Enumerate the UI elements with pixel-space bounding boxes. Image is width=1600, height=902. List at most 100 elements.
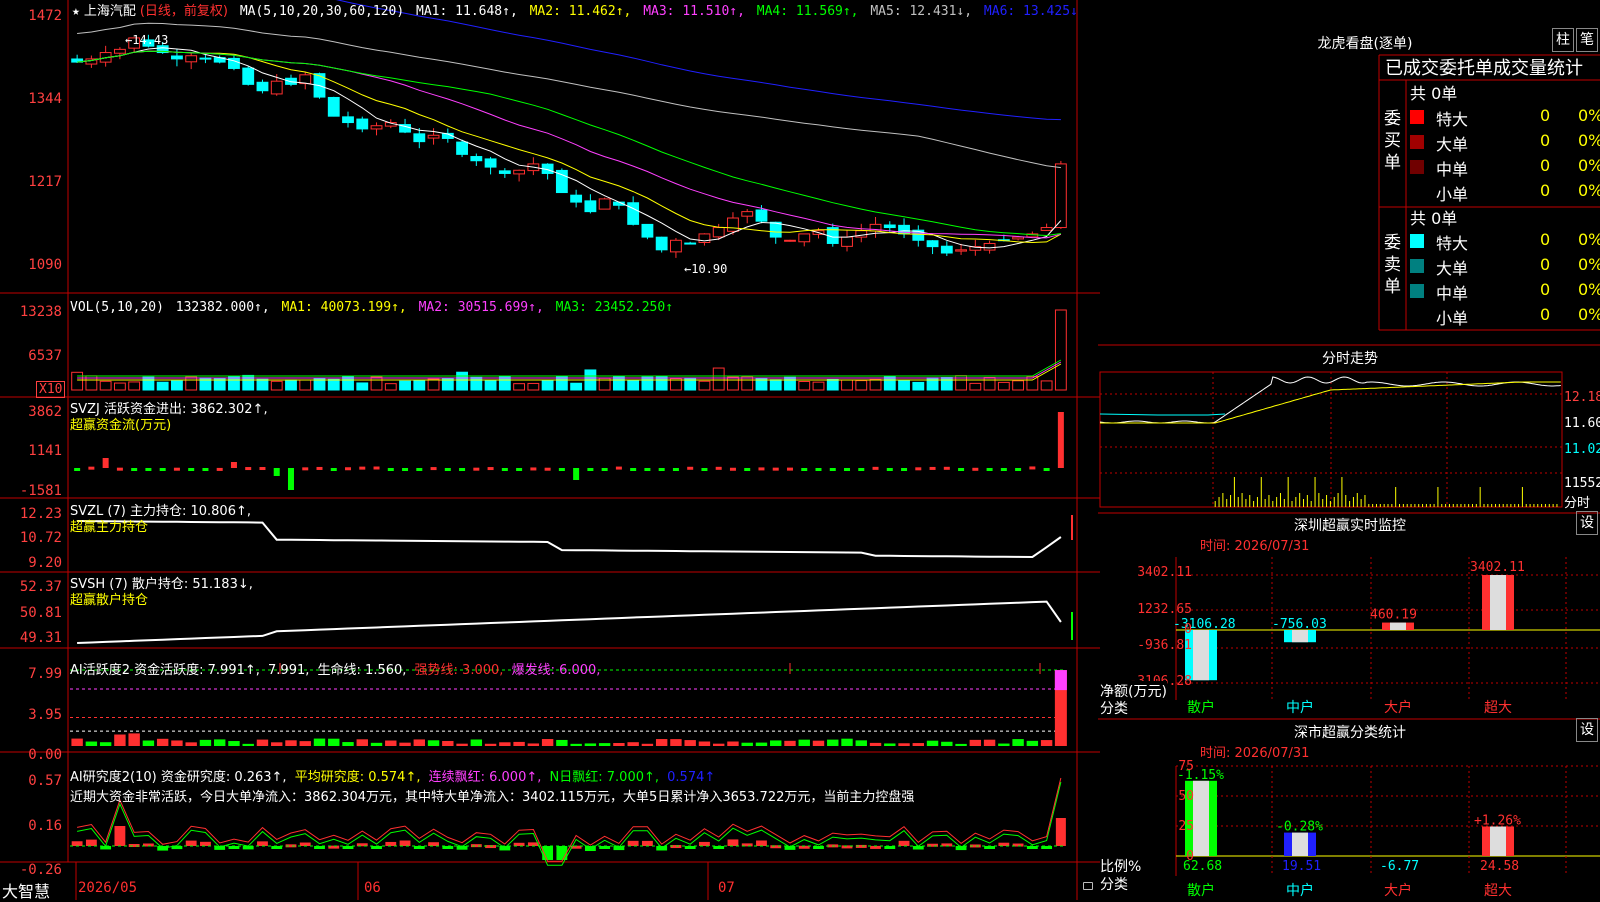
fund-flow-bar <box>345 467 352 471</box>
fund-flow-bar <box>145 468 152 471</box>
fund-flow-bar <box>116 467 123 471</box>
volume-bar <box>156 381 169 391</box>
intraday-y-tick: 11.60 <box>1564 416 1600 431</box>
research-bar <box>699 841 710 846</box>
volume-bar <box>113 382 126 391</box>
research-bar <box>114 826 126 846</box>
ai-research-y-tick: 0.16 <box>28 818 62 834</box>
intraday-title: 分时走势 <box>1322 351 1378 367</box>
intraday-y-tick: 12.18 <box>1564 390 1600 405</box>
classify-settings-button[interactable]: 设 <box>1576 718 1598 742</box>
activity-bar <box>213 739 226 746</box>
volume-bar <box>712 367 725 391</box>
buy-swatch <box>1410 160 1424 174</box>
classify-change-label: -0.28% <box>1276 820 1323 835</box>
ma6-legend: MA6: 13.425↓ <box>983 4 1078 19</box>
monitor-bar-highlight <box>1193 630 1209 681</box>
candle <box>1054 163 1067 229</box>
candle <box>769 221 782 238</box>
classify-category-label: 大户 <box>1384 882 1412 899</box>
fund-flow-bar <box>829 468 836 471</box>
fund-flow-bar <box>972 467 979 471</box>
svzl-legend-line1: SVZL (7) 主力持仓: 10.806↑, <box>70 504 251 519</box>
activity-bar <box>812 740 825 746</box>
monitor-x-unit: 分类 <box>1100 701 1128 717</box>
research-bar <box>898 840 910 846</box>
research-bar <box>85 839 97 846</box>
bar-mode-button[interactable]: 柱 <box>1552 28 1574 52</box>
intraday-avg-line <box>1100 381 1561 424</box>
volume-bar <box>142 376 155 391</box>
lhb-title: 龙虎看盘(逐单) <box>1317 36 1413 52</box>
volume-bar <box>912 381 925 391</box>
volume-bar <box>185 376 198 391</box>
candle <box>484 158 497 168</box>
fund-flow-bar <box>801 468 808 471</box>
ai-active-y-tick: 0.00 <box>28 747 62 763</box>
classify-bar-highlight <box>1193 780 1209 856</box>
fund-flow-bar <box>259 467 266 471</box>
activity-bar <box>556 739 568 746</box>
intraday-y-tick: 115521 <box>1564 476 1600 491</box>
classify-y-tick: 50 <box>1178 789 1194 804</box>
lock-icon[interactable] <box>1083 882 1093 890</box>
volume-bar <box>784 376 796 391</box>
volume-bar <box>570 382 583 391</box>
fund-flow-bar <box>872 466 879 470</box>
activity-bar <box>1040 740 1053 746</box>
buy-side-label: 委买单 <box>1384 109 1401 173</box>
star-icon[interactable]: ★ <box>72 4 80 19</box>
fund-flow-bar <box>658 468 665 471</box>
candle <box>513 169 526 175</box>
volume-bar <box>427 378 440 391</box>
volume-bar <box>641 376 654 391</box>
activity-bar <box>299 741 311 746</box>
vol-legend-ma3: MA3: 23452.250↑ <box>555 300 674 315</box>
sell-total: 共 0单 <box>1410 209 1458 228</box>
fund-flow-bar <box>929 466 936 470</box>
volume-bar <box>1026 376 1039 391</box>
activity-bar <box>484 743 497 746</box>
svzj-legend-line1: SVZJ 活跃资金进出: 3862.302↑, <box>70 402 268 417</box>
ai-active-legend-d: 强势线: 3.000, <box>414 663 504 678</box>
sell-row-count: 0 <box>1540 305 1551 324</box>
svzl-y-tick: 9.20 <box>28 555 62 571</box>
activity-bar <box>527 743 540 746</box>
vol-legend-prefix: VOL(5,10,20) <box>70 300 164 315</box>
volume-bar <box>940 377 953 391</box>
pen-mode-button[interactable]: 笔 <box>1576 28 1598 52</box>
x-tick-label: 06 <box>364 880 381 896</box>
candle <box>955 249 967 252</box>
buy-row-name: 中单 <box>1436 160 1469 179</box>
fund-flow-bar <box>530 467 537 471</box>
chart-area[interactable] <box>0 0 1100 900</box>
fund-flow-bar <box>302 467 309 471</box>
fund-flow-bar <box>573 468 580 480</box>
activity-bar <box>598 743 611 746</box>
svsh-legend: SVSH (7) 散户持仓: 51.183↓, 超赢散户持仓 <box>70 577 253 609</box>
fund-flow-bar <box>630 468 637 471</box>
fund-flow-bar <box>758 467 765 471</box>
candle <box>470 156 483 162</box>
activity-bar <box>385 740 397 746</box>
period-label[interactable]: (日线，前复权) <box>140 4 228 19</box>
volume-bar <box>171 380 183 391</box>
research-bar <box>613 846 625 851</box>
fund-flow-bar <box>701 468 708 471</box>
fund-flow-bar <box>102 458 109 468</box>
fund-flow-bar <box>901 468 908 471</box>
vol-legend-ma1: MA1: 40073.199↑, <box>281 300 407 315</box>
monitor-time: 时间: 2026/07/31 <box>1200 539 1310 554</box>
sell-side-label: 委卖单 <box>1384 233 1401 297</box>
sell-row-name: 大单 <box>1436 259 1469 278</box>
sell-row: 中单 0 0% <box>1410 279 1600 303</box>
activity-bar <box>698 741 711 746</box>
fund-flow-bar <box>416 468 423 471</box>
fund-flow-bar <box>744 468 751 471</box>
activity-bar <box>755 742 768 746</box>
buy-row-count: 0 <box>1540 131 1551 150</box>
monitor-settings-button[interactable]: 设 <box>1576 511 1598 535</box>
candle <box>727 217 739 232</box>
research-bar <box>1055 818 1066 846</box>
ai-research-legend-c: 连续飘红: 6.000↑, <box>428 770 542 785</box>
